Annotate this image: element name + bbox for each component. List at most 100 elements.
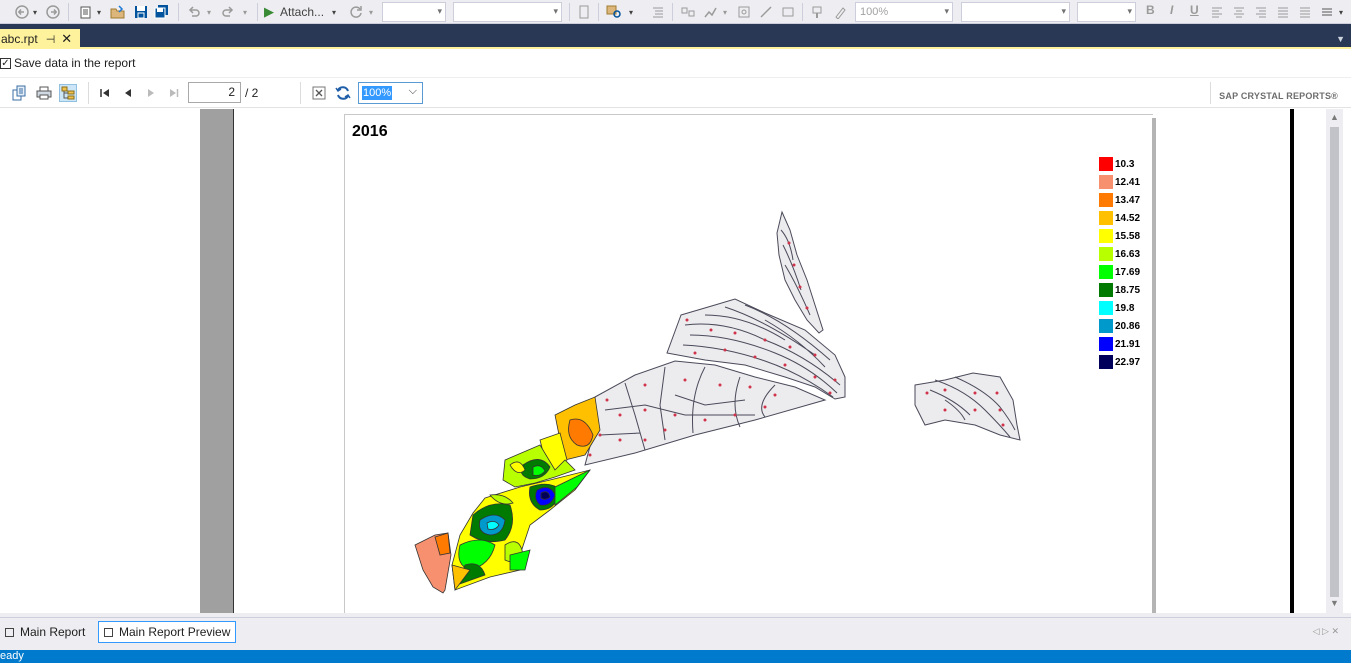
- align-icon[interactable]: [680, 3, 696, 21]
- undo-dropdown-icon[interactable]: ▾: [204, 3, 214, 21]
- new-dropdown-icon[interactable]: ▾: [94, 3, 104, 21]
- attach-button[interactable]: ▶ Attach... ▾: [264, 3, 344, 21]
- field-east: [914, 372, 1021, 441]
- justify-icon[interactable]: [1276, 3, 1290, 21]
- align-justify-icon[interactable]: [1298, 3, 1312, 21]
- zoom-value: 100%: [362, 86, 393, 100]
- attach-dropdown-icon: ▾: [332, 7, 337, 17]
- legend-swatch: [1099, 229, 1113, 243]
- report-view-tabs: Main Report Main Report Preview ◁ ▷ ✕: [0, 617, 1351, 645]
- toolbar-more-icon[interactable]: ▾: [1336, 3, 1346, 21]
- legend-item: 21.91: [1099, 337, 1140, 351]
- italic-button[interactable]: I: [1170, 3, 1173, 17]
- insert-box-icon[interactable]: [780, 3, 796, 21]
- legend-item: 20.86: [1099, 319, 1140, 333]
- preview-icon: [104, 627, 113, 637]
- tab-main-report[interactable]: Main Report: [0, 621, 90, 643]
- format-painter-icon[interactable]: [810, 3, 826, 21]
- zoom-combo[interactable]: 100% ▾: [855, 2, 953, 22]
- page-splitter[interactable]: [200, 109, 233, 613]
- page-number-input[interactable]: 2: [188, 82, 241, 103]
- bold-button[interactable]: B: [1146, 3, 1155, 17]
- refresh-icon[interactable]: [348, 3, 364, 21]
- scroll-thumb[interactable]: [1330, 127, 1339, 597]
- viewer-toolbar: 2 / 2 100% ⌵ SAP CRYSTAL REPORTS®: [0, 78, 1351, 108]
- save-data-checkbox[interactable]: ✓: [0, 57, 11, 69]
- open-folder-icon[interactable]: [110, 3, 126, 21]
- forward-icon[interactable]: [45, 3, 61, 21]
- scroll-up-icon[interactable]: ▲: [1330, 112, 1339, 122]
- field-north-strip: [776, 210, 824, 334]
- comment-lines-icon[interactable]: [650, 3, 666, 21]
- status-text: eady: [0, 650, 24, 662]
- legend-swatch: [1099, 193, 1113, 207]
- legend-item: 18.75: [1099, 283, 1140, 297]
- legend-swatch: [1099, 211, 1113, 225]
- scroll-down-icon[interactable]: ▼: [1330, 598, 1339, 608]
- legend-item: 10.3: [1099, 157, 1134, 171]
- legend-swatch: [1099, 265, 1113, 279]
- first-page-icon[interactable]: [96, 84, 114, 102]
- align-right-icon[interactable]: [1254, 3, 1268, 21]
- save-icon[interactable]: [133, 3, 149, 21]
- highlight-icon[interactable]: [832, 3, 848, 21]
- last-page-icon[interactable]: [165, 84, 183, 102]
- group-tree-panel: [0, 109, 200, 613]
- platform-combo[interactable]: ▾: [453, 2, 562, 22]
- refresh-report-icon[interactable]: [334, 84, 352, 102]
- legend-swatch: [1099, 247, 1113, 261]
- legend-item: 13.47: [1099, 193, 1140, 207]
- field-colored-south: [451, 469, 591, 592]
- zoom-select[interactable]: 100% ⌵: [358, 82, 423, 104]
- stop-loading-icon[interactable]: [310, 84, 328, 102]
- tab-overflow-icon[interactable]: ▼: [1336, 34, 1345, 44]
- font-size-combo[interactable]: ▾: [1077, 2, 1136, 22]
- insert-dropdown-icon[interactable]: ▾: [720, 3, 730, 21]
- insert-picture-icon[interactable]: [736, 3, 752, 21]
- legend-item: 12.41: [1099, 175, 1140, 189]
- legend-item: 15.58: [1099, 229, 1140, 243]
- back-dropdown-icon[interactable]: ▾: [30, 3, 40, 21]
- new-project-icon[interactable]: [78, 3, 94, 21]
- tab-main-report-preview[interactable]: Main Report Preview: [98, 621, 237, 643]
- next-page-icon[interactable]: [142, 84, 160, 102]
- back-icon[interactable]: [14, 3, 30, 21]
- toolbar-overflow-icon[interactable]: ▾: [626, 3, 636, 21]
- align-center-icon[interactable]: [1232, 3, 1246, 21]
- undo-icon[interactable]: [186, 3, 202, 21]
- report-page: 2016 10.3 12.41 13.47 14.52 15.58 16.63 …: [344, 114, 1153, 613]
- solution-explorer-icon[interactable]: [606, 3, 622, 21]
- legend-swatch: [1099, 319, 1113, 333]
- group-tree-toggle-icon[interactable]: [59, 84, 77, 102]
- find-icon[interactable]: [576, 3, 592, 21]
- legend-swatch: [1099, 175, 1113, 189]
- play-icon: ▶: [264, 4, 274, 19]
- align-left-icon[interactable]: [1210, 3, 1224, 21]
- print-icon[interactable]: [35, 84, 53, 102]
- attach-label: Attach...: [280, 5, 325, 19]
- configuration-combo[interactable]: ▾: [382, 2, 446, 22]
- document-tab-label: abc.rpt: [1, 32, 38, 46]
- export-icon[interactable]: [10, 84, 28, 102]
- field-map: [414, 210, 1021, 594]
- toolbar-options-icon[interactable]: [1320, 3, 1334, 21]
- legend-item: 17.69: [1099, 265, 1140, 279]
- tab-scroll-arrows[interactable]: ◁ ▷ ✕: [1313, 626, 1339, 637]
- redo-icon[interactable]: [220, 3, 236, 21]
- redo-dropdown-icon[interactable]: ▾: [240, 3, 250, 21]
- field-colored-southwest: [414, 532, 452, 594]
- main-toolbar: ▾ ▾ ▾ ▾ ▶ Attach... ▾ ▾ ▾ ▾ ▾ ▾ 100% ▾ ▾…: [0, 0, 1351, 24]
- insert-line-icon[interactable]: [758, 3, 774, 21]
- save-data-bar: ✓ Save data in the report: [0, 49, 1351, 77]
- save-all-icon[interactable]: [154, 3, 170, 21]
- pin-icon[interactable]: ⊣: [46, 33, 56, 46]
- close-icon[interactable]: ✕: [61, 31, 72, 47]
- refresh-dropdown-icon[interactable]: ▾: [366, 3, 376, 21]
- vertical-scrollbar[interactable]: ▲ ▼: [1326, 109, 1343, 613]
- legend-item: 14.52: [1099, 211, 1140, 225]
- previous-page-icon[interactable]: [119, 84, 137, 102]
- font-name-combo[interactable]: ▾: [961, 2, 1070, 22]
- insert-chart-icon[interactable]: [702, 3, 718, 21]
- underline-button[interactable]: U: [1190, 3, 1199, 17]
- document-tab[interactable]: abc.rpt ⊣ ✕: [0, 29, 80, 49]
